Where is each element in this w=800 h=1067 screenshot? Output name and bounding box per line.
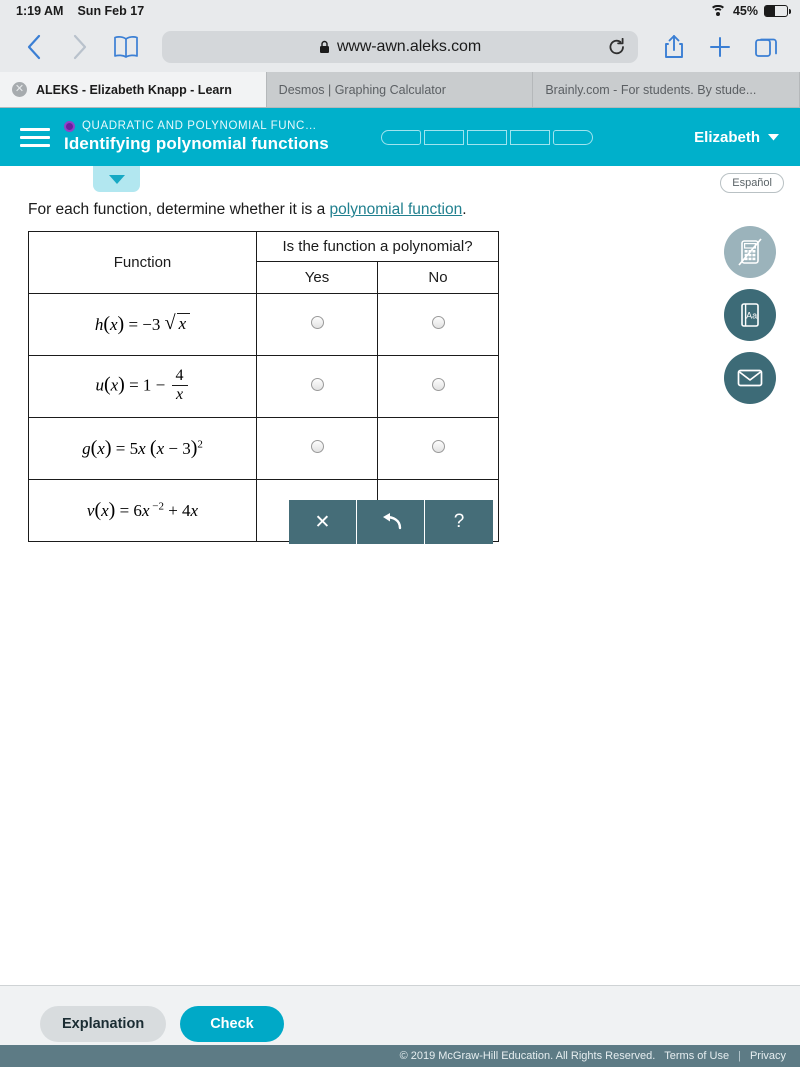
user-name: Elizabeth [694,128,760,146]
help-button[interactable]: ? [425,500,493,544]
radio-button[interactable] [310,315,324,329]
table-row: g(x) = 5x (x − 3)2 [28,417,499,480]
header-titles: QUADRATIC AND POLYNOMIAL FUNC… Identifyi… [64,120,329,154]
content-dropdown-tab[interactable] [93,166,140,192]
hamburger-menu-icon[interactable] [20,123,50,152]
message-button[interactable] [724,352,776,404]
forward-button[interactable] [60,27,100,67]
radio-button[interactable] [310,439,324,453]
header-function: Function [28,231,257,294]
url-bar[interactable]: www-awn.aleks.com [162,31,638,63]
battery-icon [764,5,791,17]
function-cell-u: u(x) = 1 − 4x [28,355,257,418]
undo-button[interactable] [357,500,425,544]
radio-yes-u[interactable] [256,355,378,418]
status-time: 1:19 AM [16,4,64,18]
topic-breadcrumb: QUADRATIC AND POLYNOMIAL FUNC… [64,120,329,132]
user-menu-button[interactable]: Elizabeth [694,129,780,146]
triangle-down-icon [108,174,125,184]
progress-segment [509,129,550,145]
topic-label: QUADRATIC AND POLYNOMIAL FUNC… [82,120,318,132]
back-button[interactable] [14,27,54,67]
terms-of-use-link[interactable]: Terms of Use [664,1050,729,1062]
tab-label: Desmos | Graphing Calculator [278,82,446,97]
progress-segment [380,129,421,145]
radio-button[interactable] [310,377,324,391]
page-root: 1:19 AM Sun Feb 17 45% www-awn.aleks.com… [0,0,800,1067]
browser-toolbar: www-awn.aleks.com [0,22,800,72]
purple-circle-icon [64,120,75,132]
url-text: www-awn.aleks.com [336,38,482,55]
browser-tab-desmos[interactable]: Desmos | Graphing Calculator [267,72,534,107]
clear-button[interactable]: ✕ [289,500,357,544]
browser-tab-strip: ✕ ALEKS - Elizabeth Knapp - Learn Desmos… [0,72,800,108]
browser-tab-aleks[interactable]: ✕ ALEKS - Elizabeth Knapp - Learn [0,72,267,107]
instruction-text: For each function, determine whether it … [28,201,467,219]
radio-button[interactable] [431,439,445,453]
bottom-action-bar: Explanation Check © 2019 McGraw-Hill Edu… [0,985,800,1067]
share-icon[interactable] [654,27,694,67]
new-tab-plus-icon[interactable] [700,27,740,67]
show-tabs-icon[interactable] [746,27,786,67]
progress-bar [380,129,593,145]
battery-percent: 45% [732,4,758,18]
side-tool-buttons: Aa [724,226,776,404]
function-cell-v: v(x) = 6x −2 + 4x [28,479,257,542]
table-row: u(x) = 1 − 4x [28,355,499,418]
status-date: Sun Feb 17 [77,4,145,18]
page-title: Identifying polynomial functions [64,134,329,153]
bookmarks-icon[interactable] [106,27,146,67]
browser-tab-brainly[interactable]: Brainly.com - For students. By stude... [533,72,800,107]
reload-icon[interactable] [608,37,626,57]
polynomial-question-table: Function Is the function a polynomial? Y… [28,231,499,542]
check-button[interactable]: Check [180,1006,284,1042]
lock-icon [319,40,330,54]
header-yes: Yes [256,261,378,294]
instruction-pre: For each function, determine whether it … [28,201,330,218]
function-cell-h: h(x) = −3 x [28,293,257,356]
explanation-button[interactable]: Explanation [40,1006,167,1042]
progress-segment [466,129,507,145]
progress-segment [552,129,593,145]
calculator-disabled-button[interactable] [724,226,776,278]
ios-status-bar: 1:19 AM Sun Feb 17 45% [0,0,800,22]
radio-no-u[interactable] [377,355,499,418]
header-is-polynomial: Is the function a polynomial? [256,231,499,262]
header-no: No [377,261,499,294]
table-row: h(x) = −3 x [28,293,499,356]
page-footer: © 2019 McGraw-Hill Education. All Rights… [0,1045,800,1067]
tab-label: ALEKS - Elizabeth Knapp - Learn [36,82,232,97]
close-icon[interactable]: ✕ [12,82,27,97]
envelope-icon [737,369,763,387]
chevron-down-icon [768,133,779,140]
language-toggle-button[interactable]: Español [720,173,784,193]
radio-yes-h[interactable] [256,293,378,356]
instruction-post: . [462,201,467,218]
privacy-link[interactable]: Privacy [750,1050,786,1062]
footer-separator: | [738,1050,741,1062]
progress-segment [423,129,464,145]
exercise-content: Español For each function, determine whe… [0,166,800,985]
answer-toolbar: ✕ ? [289,500,493,544]
tab-label: Brainly.com - For students. By stude... [545,82,757,97]
calculator-disabled-icon [738,238,762,266]
copyright-text: © 2019 McGraw-Hill Education. All Rights… [399,1050,656,1062]
dictionary-button[interactable]: Aa [724,289,776,341]
dictionary-book-icon: Aa [741,303,759,327]
radio-button[interactable] [431,377,445,391]
table-header-row: Function Is the function a polynomial? [28,231,499,294]
wifi-icon [710,5,727,17]
radio-button[interactable] [431,315,445,329]
svg-text:Aa: Aa [746,311,757,321]
radio-no-h[interactable] [377,293,499,356]
function-cell-g: g(x) = 5x (x − 3)2 [28,417,257,480]
polynomial-function-link[interactable]: polynomial function [330,201,463,218]
aleks-app-header: QUADRATIC AND POLYNOMIAL FUNC… Identifyi… [0,108,800,166]
radio-yes-g[interactable] [256,417,378,480]
radio-no-g[interactable] [377,417,499,480]
